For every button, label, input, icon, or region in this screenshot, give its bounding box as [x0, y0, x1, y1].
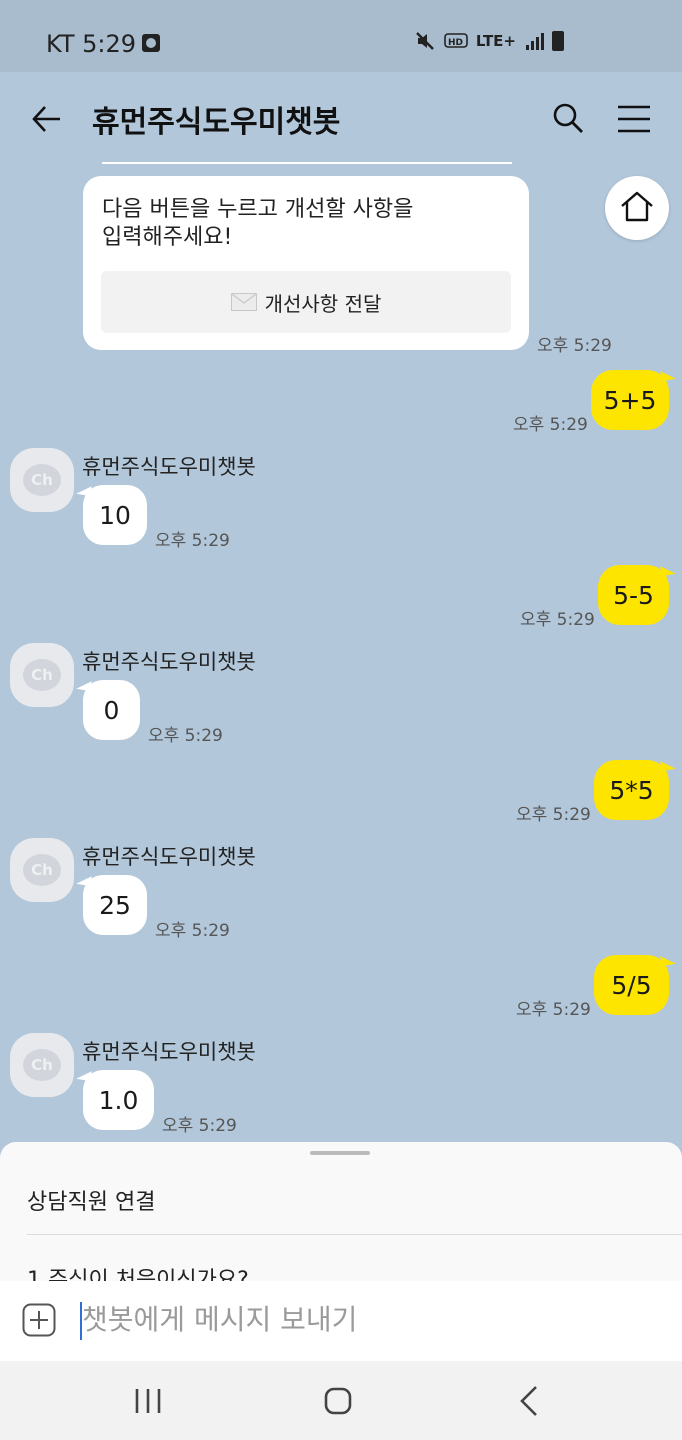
user-message-bubble: 5-5	[598, 565, 669, 625]
user-message-bubble: 5+5	[591, 370, 669, 430]
chat-title: 휴먼주식도우미챗봇	[92, 105, 341, 140]
mute-icon	[415, 32, 434, 50]
bot-message-time: 오후 5:29	[155, 921, 230, 941]
plus-icon[interactable]	[22, 1303, 56, 1337]
recent-apps-icon[interactable]	[134, 1388, 162, 1414]
status-bar: KT 5:29 HD LTE+	[0, 0, 682, 72]
sheet-divider	[27, 1234, 682, 1235]
message-input-bar	[0, 1281, 682, 1361]
feedback-card: 다음 버튼을 누르고 개선할 사항을 입력해주세요! 개선사항 전달	[83, 176, 529, 350]
network-label: LTE+	[475, 32, 516, 50]
bot-avatar[interactable]: Ch	[10, 643, 74, 707]
mail-icon	[230, 293, 257, 311]
user-message-bubble: 5*5	[594, 760, 669, 820]
svg-text:HD: HD	[448, 38, 463, 48]
bot-avatar-logo: Ch	[23, 659, 61, 691]
status-time: KT 5:29	[46, 30, 137, 58]
user-message-time: 오후 5:29	[516, 805, 591, 825]
bot-avatar[interactable]: Ch	[10, 1033, 74, 1097]
bot-message-time: 오후 5:29	[155, 531, 230, 551]
bot-name: 휴먼주식도우미챗봇	[82, 1040, 256, 1064]
bot-avatar-logo: Ch	[23, 1049, 61, 1081]
home-button[interactable]	[605, 176, 669, 240]
back-arrow-icon[interactable]	[30, 102, 64, 136]
bot-message-bubble: 25	[83, 875, 147, 935]
user-message-time: 오후 5:29	[513, 415, 588, 435]
message-input[interactable]	[82, 1303, 642, 1336]
battery-icon	[552, 31, 564, 51]
user-message-time: 오후 5:29	[516, 1000, 591, 1020]
sheet-drag-handle[interactable]	[310, 1151, 370, 1155]
nav-back-icon[interactable]	[518, 1385, 540, 1417]
feedback-card-text: 다음 버튼을 누르고 개선할 사항을 입력해주세요!	[102, 197, 414, 250]
quick-reply-beginner[interactable]: 1 주식이 처음이신가요?	[27, 1262, 249, 1282]
card-timestamp: 오후 5:29	[537, 336, 612, 356]
bot-message-time: 오후 5:29	[162, 1116, 237, 1136]
bot-message-bubble: 10	[83, 485, 147, 545]
quick-reply-sheet: 상담직원 연결 1 주식이 처음이신가요?	[0, 1142, 682, 1282]
home-icon	[621, 191, 653, 222]
bot-name: 휴먼주식도우미챗봇	[82, 845, 256, 869]
bot-name: 휴먼주식도우미챗봇	[82, 455, 256, 479]
hd-icon: HD	[444, 33, 468, 48]
status-icons: HD LTE+	[414, 30, 564, 52]
bot-avatar-logo: Ch	[23, 464, 61, 496]
user-message-time: 오후 5:29	[520, 610, 595, 630]
feedback-button-label: 개선사항 전달	[264, 291, 382, 316]
search-icon[interactable]	[552, 102, 584, 134]
bot-message-time: 오후 5:29	[148, 726, 223, 746]
menu-icon[interactable]	[616, 104, 652, 134]
bot-name: 휴먼주식도우미챗봇	[82, 650, 256, 674]
bot-message-bubble: 0	[83, 680, 140, 740]
bot-avatar[interactable]: Ch	[10, 838, 74, 902]
bot-avatar[interactable]: Ch	[10, 448, 74, 512]
system-nav-bar	[0, 1361, 682, 1440]
signal-icon	[526, 33, 544, 50]
feedback-button[interactable]: 개선사항 전달	[101, 271, 511, 333]
previous-card-edge	[102, 162, 512, 164]
alarm-icon	[142, 34, 160, 52]
nav-home-icon[interactable]	[324, 1387, 352, 1415]
user-message-bubble: 5/5	[594, 955, 669, 1015]
quick-reply-agent-connect[interactable]: 상담직원 연결	[27, 1184, 155, 1216]
chat-header: 휴먼주식도우미챗봇	[0, 72, 682, 164]
bot-message-bubble: 1.0	[83, 1070, 154, 1130]
bot-avatar-logo: Ch	[23, 854, 61, 886]
